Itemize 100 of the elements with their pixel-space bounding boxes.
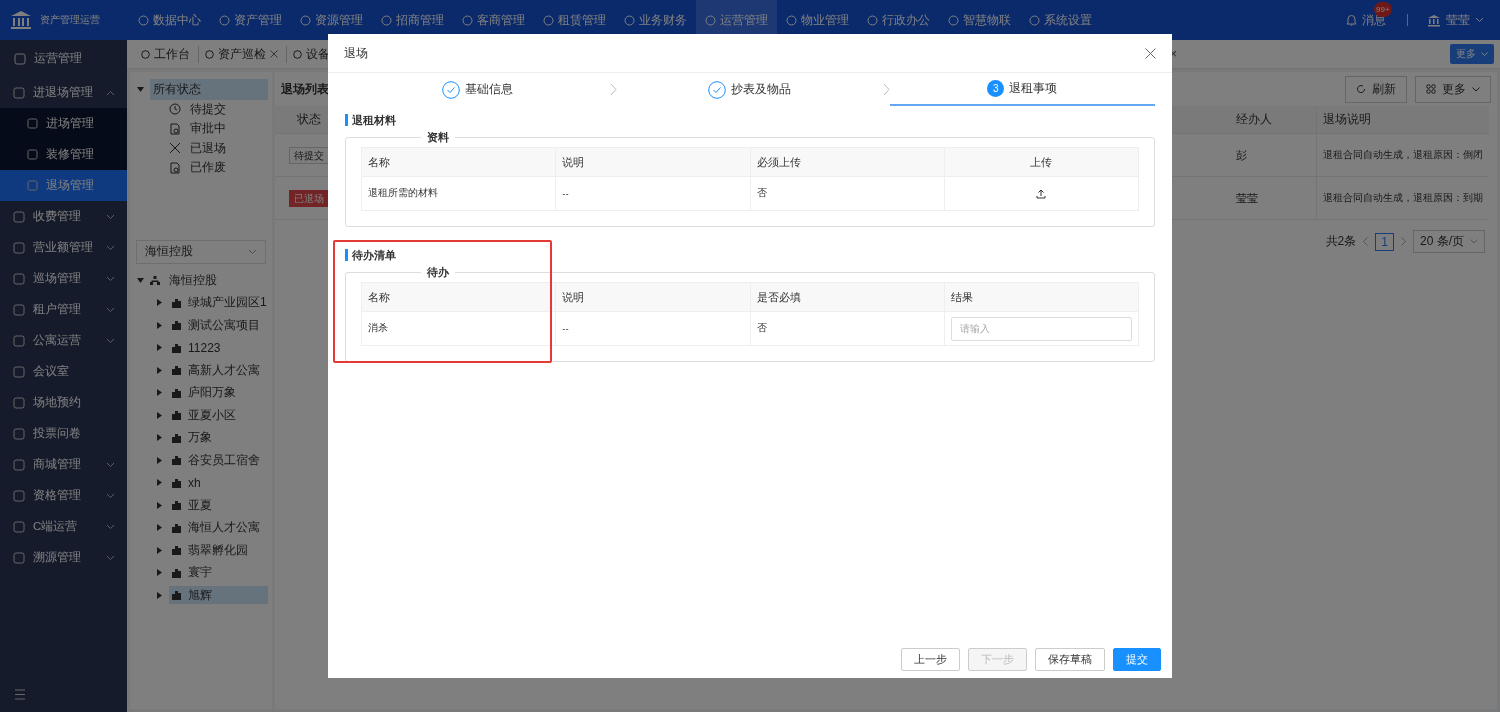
chevron-down-icon — [106, 244, 115, 251]
circle-icon — [381, 14, 392, 26]
circle-icon — [462, 14, 473, 26]
chevron-down-icon — [106, 306, 115, 313]
dialog-title: 退场 — [344, 44, 368, 62]
more-button[interactable]: 更多 — [1415, 75, 1491, 103]
page-size-select[interactable]: 20 条/页 — [1413, 230, 1485, 253]
nav-item[interactable]: 资源管理 — [291, 0, 372, 40]
sidebar-item[interactable]: 收费管理 — [0, 201, 127, 232]
tree-node[interactable]: 寰宇 — [169, 563, 268, 582]
section-title: 待办清单 — [345, 249, 1155, 261]
tree-node[interactable]: 海恒人才公寓 — [169, 518, 268, 537]
bank-icon — [1427, 13, 1441, 27]
tree-node[interactable]: 11223 — [169, 338, 268, 357]
tree-node[interactable]: 已作废 — [187, 157, 229, 179]
sidebar-subitem[interactable]: 装修管理 — [0, 139, 127, 170]
square-icon — [14, 52, 26, 65]
nav-item[interactable]: 资产管理 — [210, 0, 291, 40]
step-number: 3 — [987, 80, 1005, 97]
tree-node[interactable]: 已退场 — [187, 137, 229, 159]
sidebar-item[interactable]: 巡场管理 — [0, 263, 127, 294]
close-icon[interactable] — [270, 50, 278, 58]
sidebar-item[interactable]: 进退场管理 — [0, 77, 127, 108]
nav-item[interactable]: 系统设置 — [1020, 0, 1101, 40]
caret-right-icon — [157, 456, 162, 464]
tree-node[interactable]: 待提交 — [187, 98, 229, 120]
circle-icon — [705, 14, 716, 26]
nav-item[interactable]: 客商管理 — [453, 0, 534, 40]
close-icon[interactable] — [1145, 47, 1156, 59]
section-title: 退租材料 — [345, 114, 1155, 126]
tree-node[interactable]: 绿城产业园区1 — [169, 293, 268, 312]
menu-icon[interactable] — [14, 689, 26, 700]
sidebar-item[interactable]: 溯源管理 — [0, 542, 127, 573]
refresh-button[interactable]: 刷新 — [1345, 75, 1407, 103]
tree-node[interactable]: 万象 — [169, 428, 268, 447]
tree-node[interactable]: 测试公寓项目 — [169, 316, 268, 335]
chevron-right-icon[interactable] — [1401, 237, 1406, 246]
dialog-button[interactable]: 提交 — [1113, 648, 1161, 671]
building-icon — [172, 500, 183, 511]
user-menu[interactable]: 莹莹 — [1446, 11, 1470, 29]
nav-item[interactable]: 智慧物联 — [939, 0, 1020, 40]
chevron-right-icon — [610, 83, 618, 96]
sidebar-item[interactable]: 租户管理 — [0, 294, 127, 325]
nav-item[interactable]: 数据中心 — [129, 0, 210, 40]
sidebar-item[interactable]: 投票问卷 — [0, 418, 127, 449]
column-header: 经办人 — [1235, 111, 1273, 128]
circle-icon — [543, 14, 554, 26]
tree-node[interactable]: 旭辉 — [169, 586, 268, 605]
upload-icon[interactable] — [1036, 188, 1047, 199]
dialog-button[interactable]: 保存草稿 — [1035, 648, 1105, 671]
building-icon — [172, 455, 183, 466]
sidebar-subitem[interactable]: 退场管理 — [0, 170, 127, 201]
dialog-button[interactable]: 上一步 — [901, 648, 960, 671]
building-icon — [172, 365, 183, 376]
square-icon — [13, 396, 25, 409]
chevron-left-icon[interactable] — [1363, 237, 1369, 246]
square-icon — [13, 334, 25, 347]
sidebar-item[interactable]: 会议室 — [0, 356, 127, 387]
circle-icon — [219, 14, 230, 26]
tab[interactable]: 资产巡检 — [205, 45, 287, 63]
total-count: 共2条 — [1325, 233, 1357, 250]
square-icon — [27, 180, 38, 191]
table-cell-text: 莹莹 — [1235, 190, 1259, 206]
sidebar-subitem[interactable]: 进场管理 — [0, 108, 127, 139]
tab[interactable]: 工作台 — [141, 45, 199, 63]
tree-node[interactable]: xh — [169, 473, 268, 492]
more-button[interactable]: 更多 — [1450, 44, 1494, 64]
tree-node[interactable]: 谷安员工宿舍 — [169, 451, 268, 470]
sidebar-item[interactable]: 商城管理 — [0, 449, 127, 480]
document-icon — [169, 161, 181, 174]
nav-item[interactable]: 业务财务 — [615, 0, 696, 40]
chevron-down-icon — [248, 248, 257, 255]
sidebar-item[interactable]: 场地预约 — [0, 387, 127, 418]
tree-node[interactable]: 庐阳万象 — [169, 383, 268, 402]
tree-node[interactable]: 审批中 — [187, 118, 229, 140]
tree-node[interactable]: 所有状态 — [150, 79, 268, 101]
bank-icon — [10, 10, 32, 30]
caret-right-icon — [157, 524, 162, 532]
tree-node[interactable]: 亚夏 — [169, 496, 268, 515]
bell-icon[interactable] — [1346, 14, 1357, 26]
sidebar-item[interactable]: C端运营 — [0, 511, 127, 542]
nav-item[interactable]: 行政办公 — [858, 0, 939, 40]
square-icon — [27, 149, 38, 160]
sidebar-item[interactable]: 营业额管理 — [0, 232, 127, 263]
tree-node[interactable]: 海恒控股 — [166, 270, 220, 291]
caret-right-icon — [157, 344, 162, 352]
tree-node[interactable]: 亚夏小区 — [169, 406, 268, 425]
nav-item[interactable]: 招商管理 — [372, 0, 453, 40]
select-field[interactable]: 海恒控股 — [136, 239, 266, 264]
sidebar-item[interactable]: 公寓运营 — [0, 325, 127, 356]
page-number[interactable]: 1 — [1375, 232, 1394, 251]
chevron-down-icon — [106, 523, 115, 530]
tree-node[interactable]: 翡翠孵化园 — [169, 541, 268, 560]
tree-node[interactable]: 高新人才公寓 — [169, 361, 268, 380]
square-icon — [13, 489, 25, 502]
circle-icon — [948, 14, 959, 26]
input-field[interactable]: 请输入 — [950, 316, 1132, 341]
sidebar-item[interactable]: 资格管理 — [0, 480, 127, 511]
nav-item[interactable]: 物业管理 — [777, 0, 858, 40]
nav-item[interactable]: 租赁管理 — [534, 0, 615, 40]
